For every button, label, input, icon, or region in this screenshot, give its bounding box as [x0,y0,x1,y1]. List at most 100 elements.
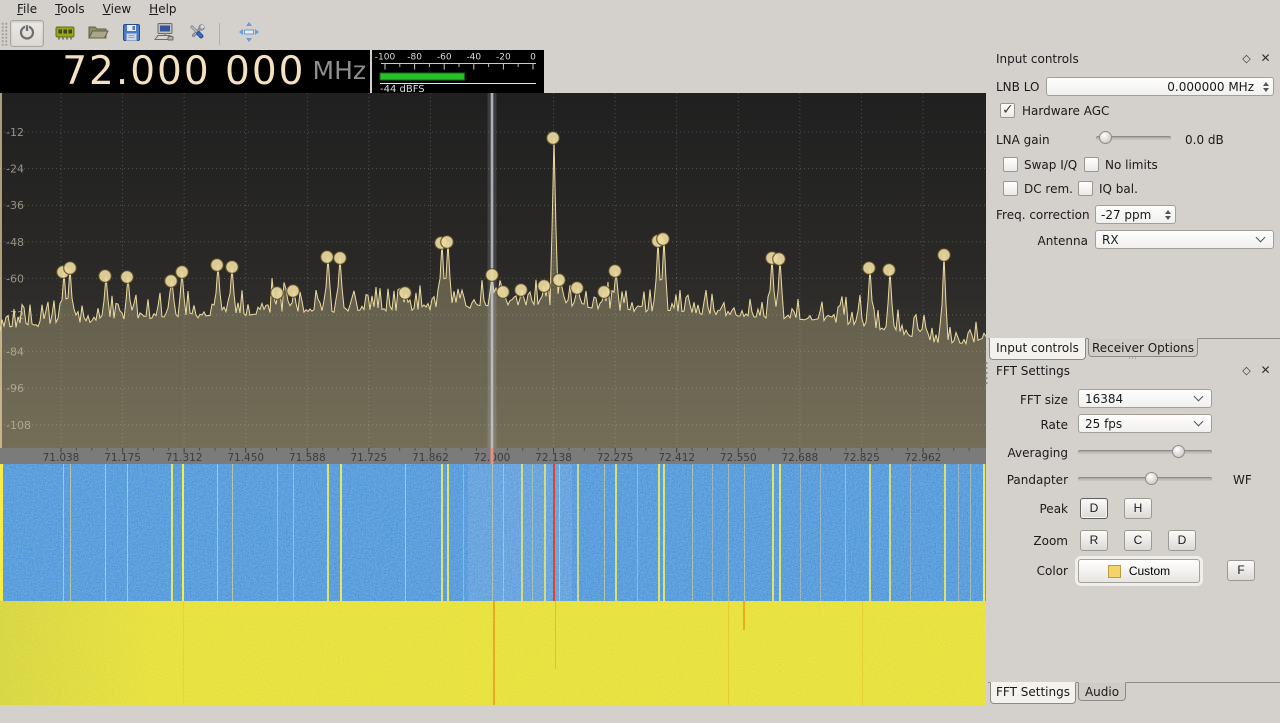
pan-arrows-icon [238,21,260,46]
svg-text:72.275: 72.275 [597,452,634,464]
slider-knob[interactable] [1172,445,1185,458]
no-limits-label[interactable]: No limits [1105,158,1158,172]
rate-combo[interactable]: 25 fps [1078,414,1212,433]
tab-receiver-options[interactable]: Receiver Options [1088,338,1198,357]
swap-iq-checkbox[interactable] [1003,157,1018,172]
antenna-label: Antenna [996,234,1088,248]
dock-close-button[interactable]: ✕ [1258,363,1273,378]
remote-control-button[interactable] [152,22,176,46]
tab-input-controls[interactable]: Input controls [989,338,1086,360]
fft-size-combo[interactable]: 16384 [1078,389,1212,408]
antenna-combo[interactable]: RX [1095,230,1274,249]
menu-tools[interactable]: Tools [46,1,94,18]
dock-close-button[interactable]: ✕ [1258,51,1273,66]
waterfall-signal-line [744,464,745,601]
spinner-arrows-icon[interactable] [1160,206,1175,223]
menu-view[interactable]: View [94,1,140,18]
slider-knob[interactable] [1145,472,1158,485]
hardware-agc-checkbox[interactable] [1000,103,1015,118]
tools-button[interactable] [185,22,209,46]
dc-rem-label[interactable]: DC rem. [1024,182,1073,196]
zoom-reset-button[interactable]: R [1080,530,1108,551]
svg-text:-60: -60 [6,272,24,285]
frequency-display[interactable]: 72.000 000 MHz [0,50,370,93]
waterfall-strong-line [862,601,863,705]
averaging-label: Averaging [988,446,1068,460]
waterfall-strong-line [728,601,729,705]
peak-marker [486,269,499,282]
frequency-digits[interactable]: 72.000 000 [62,52,305,91]
waterfall-signal-line [970,464,971,601]
lna-gain-slider[interactable] [1096,130,1171,145]
waterfall-signal-line [340,464,342,601]
svg-text:-24: -24 [6,163,24,176]
iq-bal-checkbox[interactable] [1078,181,1093,196]
lnb-lo-spinbox[interactable]: 0.000000 MHz [1046,77,1274,96]
dc-rem-checkbox[interactable] [1003,181,1018,196]
slider-groove [1078,450,1212,454]
waterfall-strong-period[interactable] [0,601,986,705]
peak-marker [165,275,178,288]
color-scheme-button[interactable]: Custom [1078,559,1200,583]
waterfall-center-glow [468,464,572,601]
input-dock-tabbar: Input controls Receiver Options [988,338,1280,339]
fft-settings-dock: FFT Settings ◇ ✕ FFT size 16384 Rate 25 … [988,360,1280,723]
waterfall-signal-line [692,464,693,601]
dock-float-button[interactable]: ◇ [1239,363,1254,378]
peak-marker [99,270,112,283]
pan-button[interactable] [237,22,261,46]
menu-help[interactable]: Help [140,1,185,18]
peak-marker [538,280,551,293]
dock-float-button[interactable]: ◇ [1239,51,1254,66]
zoom-demod-button[interactable]: D [1168,530,1196,551]
svg-text:72.550: 72.550 [720,452,757,464]
peak-marker [497,286,510,299]
pandapter-spectrum[interactable]: -12-24-36-48-60-72-84-96-108 [0,93,986,448]
zoom-center-button[interactable]: C [1124,530,1152,551]
color-label: Color [988,564,1068,578]
input-controls-dock: Input controls ◇ ✕ LNB LO 0.000000 MHz H… [988,48,1280,360]
svg-text:-100: -100 [375,53,396,63]
save-file-button[interactable] [119,22,143,46]
chevron-down-icon [1194,417,1204,427]
peak-hold-button[interactable]: H [1124,498,1152,519]
swap-iq-label[interactable]: Swap I/Q [1024,158,1077,172]
configure-device-button[interactable] [53,22,77,46]
waterfall-signal-line [171,464,173,601]
svg-text:72.412: 72.412 [658,452,695,464]
peak-marker [547,132,560,145]
svg-text:71.038: 71.038 [43,452,80,464]
waterfall-signal-line [772,464,774,601]
waterfall-signal-line [70,464,71,601]
start-dsp-button[interactable] [10,20,44,47]
waterfall-signal-line [869,464,871,601]
waterfall-signal-line [800,464,801,601]
spinner-arrows-icon[interactable] [1258,78,1273,95]
svg-text:71.312: 71.312 [166,452,203,464]
waterfall[interactable] [0,464,986,601]
freq-correction-spinbox[interactable]: -27 ppm [1095,205,1176,224]
slider-knob[interactable] [1099,131,1112,144]
pandapter-wf-split-slider[interactable] [1078,471,1212,486]
lnb-lo-value: 0.000000 MHz [1047,80,1258,94]
tab-fft-settings[interactable]: FFT Settings [990,682,1076,704]
open-file-button[interactable] [86,22,110,46]
menu-file[interactable]: File [8,1,46,18]
waterfall-signal-line [492,464,493,601]
waterfall-signal-line [182,464,184,601]
averaging-slider[interactable] [1078,444,1212,459]
peak-detect-button[interactable]: D [1080,498,1108,519]
tab-audio[interactable]: Audio [1078,682,1126,701]
toolbar-drag-handle[interactable] [1,22,8,46]
fft-settings-title: FFT Settings [996,364,1070,378]
svg-text:-20: -20 [496,53,511,63]
waterfall-strong-line [743,601,745,630]
waterfall-signal-line [728,464,729,601]
frequency-scale[interactable]: 71.03871.17571.31271.45071.58871.72571.8… [0,448,986,464]
iq-bal-label[interactable]: IQ bal. [1099,182,1138,196]
fill-button[interactable]: F [1227,560,1255,581]
rate-label: Rate [988,418,1068,432]
hardware-agc-label[interactable]: Hardware AGC [1022,104,1109,118]
frequency-scale-svg: 71.03871.17571.31271.45071.58871.72571.8… [0,448,986,464]
no-limits-checkbox[interactable] [1084,157,1099,172]
